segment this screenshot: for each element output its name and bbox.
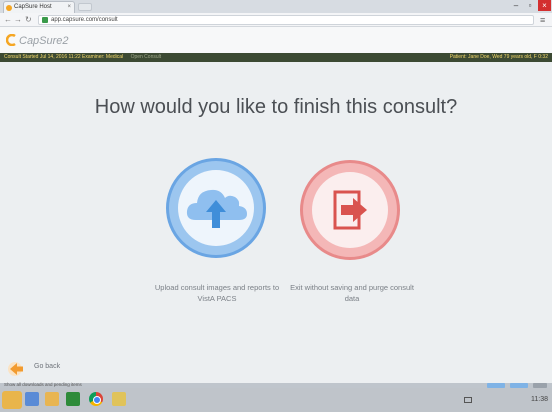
close-window-button[interactable]: × [538, 0, 551, 11]
favicon-icon [6, 5, 12, 11]
system-tray-clock: 11:38 [531, 396, 548, 403]
consult-started: Consult Started Jul 14, 2016 11:22 [4, 54, 81, 60]
browser-toolbar: ← → ↻ app.capsure.com/consult ≡ [0, 13, 552, 27]
consult-info: Consult Started Jul 14, 2016 11:22 Exami… [4, 53, 161, 62]
minimize-button[interactable]: – [510, 0, 522, 11]
start-button-icon[interactable] [2, 391, 22, 409]
close-tab-icon[interactable]: × [67, 2, 71, 13]
exit-option-caption: Exit without saving and purge consult da… [290, 283, 414, 303]
app-green-icon[interactable] [66, 392, 80, 406]
back-arrow-icon[interactable]: ← [4, 15, 12, 25]
exit-door-icon [333, 190, 367, 230]
chrome-icon[interactable] [89, 392, 103, 406]
consult-link[interactable]: Open Consult [131, 54, 162, 60]
page-title: How would you like to finish this consul… [94, 96, 458, 118]
exit-without-saving-button[interactable] [300, 160, 400, 260]
forward-arrow-icon[interactable]: → [14, 15, 22, 25]
browser-tab-strip: CapSure Host × – ▫ × [0, 0, 552, 13]
exit-option-inner [312, 172, 388, 248]
patient-info: Patient: Jane Doe, Wed 79 years old, F 0… [449, 54, 548, 60]
explorer-icon[interactable] [25, 392, 39, 406]
examiner-info: Examiner: Medical [82, 54, 124, 60]
upload-option-inner [178, 170, 254, 246]
maximize-button[interactable]: ▫ [524, 0, 536, 11]
cloud-upload-icon [186, 189, 247, 228]
upload-option-button[interactable] [166, 158, 266, 258]
os-taskbar: 11:38 [0, 388, 552, 412]
address-bar[interactable]: app.capsure.com/consult [38, 15, 534, 25]
upload-option-caption: Upload consult images and reports to Vis… [154, 283, 280, 303]
lock-icon [42, 17, 48, 23]
file-manager-icon[interactable] [45, 392, 59, 406]
browser-tab-title: CapSure Host [14, 4, 52, 10]
back-arrow-icon [8, 362, 23, 376]
browser-tab[interactable]: CapSure Host × [3, 1, 75, 13]
consult-status-bar: Consult Started Jul 14, 2016 11:22 Exami… [0, 53, 552, 62]
new-tab-button[interactable] [78, 3, 92, 11]
app-header [0, 27, 552, 53]
capsure-logo-icon [6, 34, 16, 46]
app-logo-text: CapSure2 [19, 35, 69, 47]
reload-icon[interactable]: ↻ [25, 15, 32, 25]
show-desktop-icon[interactable] [464, 397, 472, 403]
folder-icon[interactable] [112, 392, 126, 406]
go-back-label: Go back [34, 363, 61, 370]
download-bar-text[interactable]: Show all downloads and pending items [4, 382, 82, 387]
address-bar-url: app.capsure.com/consult [51, 17, 118, 23]
browser-menu-icon[interactable]: ≡ [540, 15, 545, 25]
